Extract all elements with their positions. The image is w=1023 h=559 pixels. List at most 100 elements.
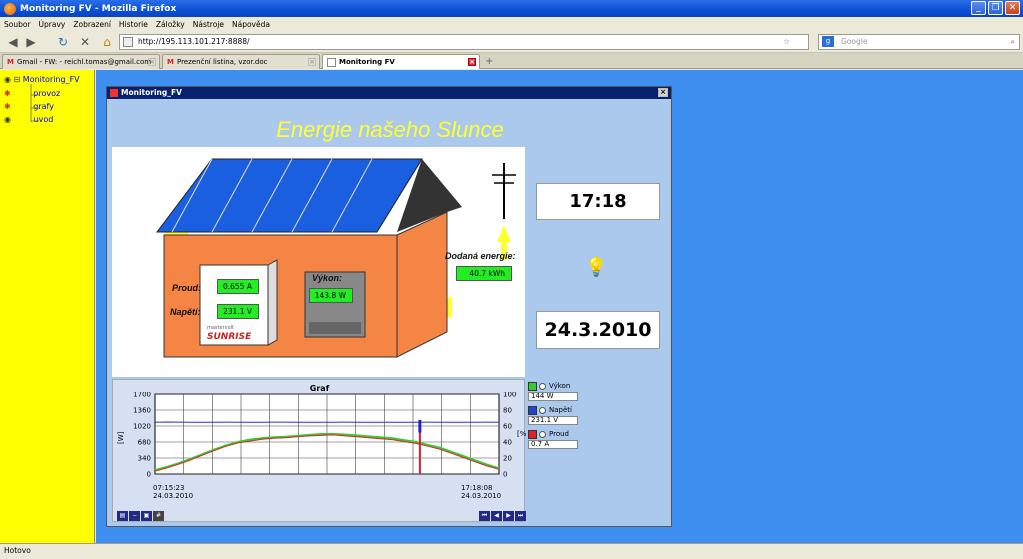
forward-icon[interactable]: ▶ (22, 34, 40, 50)
tab-label: Monitoring FV (339, 58, 395, 66)
tree-item-grafy[interactable]: ✱ grafy (4, 102, 54, 111)
menu-nastroje[interactable]: Nástroje (193, 20, 224, 29)
tree-item-uvod[interactable]: ◉ uvod (4, 115, 53, 124)
lock-icon[interactable]: ▣ (141, 511, 152, 521)
dodana-value: 40.7 kWh (456, 266, 512, 281)
navigation-toolbar: ◀ ▶ ↻ ✕ ⌂ http://195.113.101.217:8888/ ☆… (0, 31, 1023, 53)
legend-vykon[interactable]: Výkon (528, 380, 588, 392)
y-tick-right: 40 (503, 439, 512, 447)
firefox-icon (4, 2, 16, 15)
prev-icon[interactable]: ◀ (491, 511, 502, 521)
next-icon[interactable]: ▶ (503, 511, 514, 521)
legend-value: 0.7 A (528, 440, 578, 449)
y-tick-left: 680 (138, 439, 151, 447)
grid-icon[interactable]: # (153, 511, 164, 521)
napeti-label: Napětí: (170, 307, 201, 317)
home-icon[interactable]: ⌂ (98, 34, 116, 50)
reload-icon[interactable]: ↻ (54, 34, 72, 50)
back-icon[interactable]: ◀ (4, 34, 22, 50)
tree-root[interactable]: ◉ ⊟ Monitoring_FV (4, 75, 80, 84)
stop-icon[interactable]: ✕ (76, 34, 94, 50)
menu-zalozky[interactable]: Záložky (156, 20, 185, 29)
menu-zobrazeni[interactable]: Zobrazení (73, 20, 111, 29)
tab-close-icon[interactable]: × (148, 58, 156, 66)
site-icon (123, 37, 133, 47)
menu-soubor[interactable]: Soubor (4, 20, 31, 29)
y-tick-right: 20 (503, 455, 512, 463)
legend-radio[interactable] (539, 382, 546, 390)
google-icon: g (822, 36, 834, 47)
legend-swatch[interactable] (528, 405, 537, 415)
first-icon[interactable]: ⏮ (479, 511, 490, 521)
new-tab-icon[interactable]: + (485, 56, 493, 67)
headline: Energie našeho Slunce (276, 117, 504, 142)
y-tick-right: 100 (503, 392, 516, 399)
window-title: Monitoring FV - Mozilla Firefox (20, 3, 177, 14)
clock-display: 17:18 (536, 183, 660, 220)
menu-upravy[interactable]: Úpravy (39, 20, 66, 29)
legend-label: Napětí (549, 406, 572, 414)
tab-label: Gmail - FW: - reichl.tomas@gmail.com (16, 58, 152, 66)
search-icon[interactable]: ⌕ (1011, 35, 1015, 49)
url-bar[interactable]: http://195.113.101.217:8888/ ☆ (119, 34, 809, 50)
search-input[interactable]: g Google ⌕ (818, 34, 1020, 50)
app-close-icon[interactable]: × (658, 88, 668, 97)
tab-doc[interactable]: M Prezenční listina, vzor.doc × (162, 54, 320, 69)
monitoring-window: Monitoring_FV × Energie našeho Slunce Pr… (106, 86, 672, 527)
tree-lines (30, 84, 39, 122)
expand-icon[interactable]: ⊟ (14, 75, 21, 84)
napeti-value: 231.1 V (217, 304, 259, 319)
legend-swatch[interactable] (528, 381, 537, 391)
minimize-button[interactable]: _ (971, 1, 986, 15)
proud-value: 0.655 A (217, 279, 259, 294)
app-icon (110, 89, 118, 97)
legend-value: 231.1 V (528, 416, 578, 425)
tab-close-icon[interactable]: × (468, 58, 476, 66)
legend-label: Výkon (549, 382, 571, 390)
legend-value: 144 W (528, 392, 578, 401)
gmail-icon: M (167, 58, 174, 66)
tab-monitoring[interactable]: Monitoring FV × (322, 54, 480, 69)
cross-icon: ✱ (4, 102, 11, 111)
minus-icon[interactable]: − (129, 511, 140, 521)
eye-icon: ◉ (4, 115, 11, 124)
legend-swatch[interactable] (528, 429, 537, 439)
y-tick-left: 0 (147, 471, 151, 479)
maximize-button[interactable]: ❐ (988, 1, 1003, 15)
x-start-date: 24.03.2010 (153, 492, 193, 500)
menu-napoveda[interactable]: Nápověda (232, 20, 270, 29)
y-tick-left: 1700 (133, 392, 151, 399)
legend-radio[interactable] (539, 430, 546, 438)
sidebar-tree: ◉ ⊟ Monitoring_FV ✱ provoz ✱ grafy ◉ uvo… (0, 70, 95, 543)
page-icon (327, 57, 336, 67)
menu-bar: Soubor Úpravy Zobrazení Historie Záložky… (0, 17, 1023, 31)
last-icon[interactable]: ⏭ (515, 511, 526, 521)
legend-proud[interactable]: Proud (528, 428, 588, 440)
menu-historie[interactable]: Historie (119, 20, 148, 29)
cross-icon: ✱ (4, 89, 11, 98)
inverter-maker: mastervolt (207, 325, 234, 331)
status-bar: Hotovo (0, 543, 1023, 559)
legend-radio[interactable] (539, 406, 546, 414)
tab-label: Prezenční listina, vzor.doc (176, 58, 268, 66)
dodana-label: Dodaná energie: (445, 251, 516, 261)
app-title-bar: Monitoring_FV × (107, 87, 671, 99)
url-text: http://195.113.101.217:8888/ (138, 37, 250, 46)
folder-icon[interactable]: ▤ (117, 511, 128, 521)
tab-close-icon[interactable]: × (308, 58, 316, 66)
proud-label: Proud: (172, 283, 201, 293)
eye-icon: ◉ (4, 75, 11, 84)
graph-legend: Výkon 144 W Napětí 231.1 V Proud 0.7 A (528, 380, 588, 452)
gmail-icon: M (7, 58, 14, 66)
x-start-time: 07:15:23 (153, 484, 184, 492)
inverter-brand: SUNRISE (207, 332, 252, 342)
date-display: 24.3.2010 (536, 311, 660, 349)
tree-root-label: Monitoring_FV (22, 75, 80, 84)
tab-gmail[interactable]: M Gmail - FW: - reichl.tomas@gmail.com × (2, 54, 160, 69)
lightbulb-icon: 💡 (585, 257, 608, 278)
legend-napeti[interactable]: Napětí (528, 404, 588, 416)
close-button[interactable]: ✕ (1005, 1, 1020, 15)
graph-panel: Graf 0 340 680 1020 1360 1700 0 20 40 60 80 100 [W… (112, 379, 526, 522)
tab-strip: M Gmail - FW: - reichl.tomas@gmail.com ×… (0, 53, 1023, 69)
bookmark-star-icon[interactable]: ☆ (783, 35, 790, 49)
